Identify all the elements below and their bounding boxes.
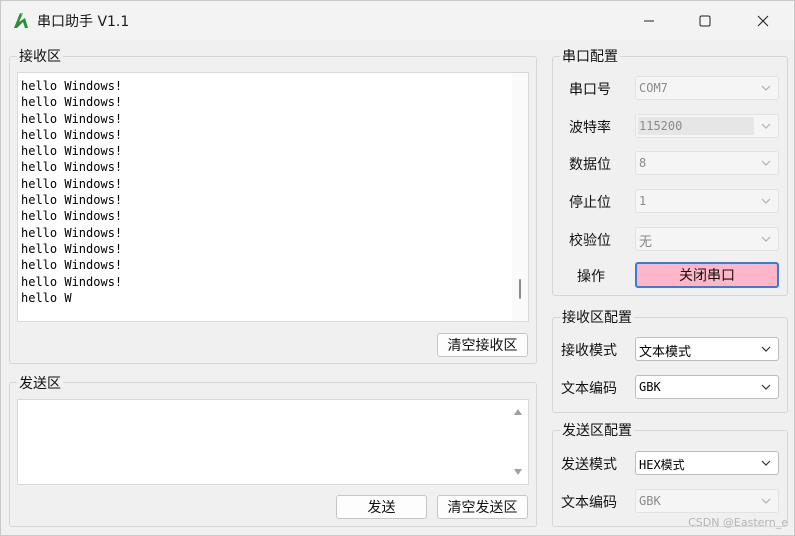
chevron-down-icon [761,384,771,390]
scroll-up-icon[interactable] [513,408,523,416]
close-port-button[interactable]: 关闭串口 [635,262,779,288]
send-button[interactable]: 发送 [336,495,427,519]
receive-mode-value: 文本模式 [639,345,692,360]
receive-encoding-select[interactable]: GBK [635,375,779,399]
clear-send-button[interactable]: 清空发送区 [437,495,528,519]
send-encoding-select[interactable]: GBK [635,489,779,513]
chevron-down-icon [761,498,771,504]
close-window-button[interactable] [735,1,791,40]
databits-label: 数据位 [569,157,611,173]
app-window: 串口助手 V1.1 接收区 hello Windows! hello Windo… [0,0,795,536]
stopbits-select[interactable]: 1 [635,189,779,213]
chevron-down-icon [761,123,771,129]
port-value: COM7 [639,81,668,95]
close-icon [757,15,769,26]
serial-config-title: 串口配置 [560,46,620,66]
receive-encoding-label: 文本编码 [561,381,617,397]
parity-select[interactable]: 无 [635,227,779,251]
receive-textarea[interactable]: hello Windows! hello Windows! hello Wind… [17,72,529,322]
send-mode-select[interactable]: HEX模式 [635,451,779,475]
databits-select[interactable]: 8 [635,151,779,175]
receive-group-title: 接收区 [17,46,63,66]
baud-label: 波特率 [569,120,611,136]
send-textarea[interactable] [17,399,529,485]
maximize-icon [699,15,711,26]
send-mode-label: 发送模式 [561,457,617,473]
receive-encoding-value: GBK [639,380,661,394]
receive-scrollbar-thumb[interactable] [519,279,521,299]
databits-value: 8 [639,156,647,170]
send-encoding-label: 文本编码 [561,495,617,511]
chevron-down-icon [761,160,771,166]
chevron-down-icon [761,236,771,242]
chevron-down-icon [761,346,771,352]
send-group-title: 发送区 [17,373,63,393]
parity-value: 无 [639,235,653,250]
port-label: 串口号 [569,82,611,98]
stopbits-value: 1 [639,194,647,208]
send-config-title: 发送区配置 [560,420,634,440]
baud-select[interactable]: 115200 [635,114,779,138]
maximize-button[interactable] [677,1,733,40]
receive-scrollbar[interactable] [512,73,528,321]
minimize-button[interactable] [621,1,677,40]
send-encoding-value: GBK [639,494,661,508]
app-logo-icon [14,13,28,28]
receive-mode-select[interactable]: 文本模式 [635,337,779,361]
watermark: CSDN @Eastern_e [688,516,788,529]
clear-receive-button[interactable]: 清空接收区 [437,333,528,357]
baud-value: 115200 [639,119,683,133]
stopbits-label: 停止位 [569,195,611,211]
receive-mode-label: 接收模式 [561,343,617,359]
action-label: 操作 [577,269,605,285]
port-select[interactable]: COM7 [635,76,779,100]
receive-text: hello Windows! hello Windows! hello Wind… [21,79,123,305]
window-title: 串口助手 V1.1 [37,14,130,30]
chevron-down-icon [761,460,771,466]
receive-config-title: 接收区配置 [560,307,634,327]
chevron-down-icon [761,85,771,91]
minimize-icon [644,20,654,21]
scroll-down-icon[interactable] [513,468,523,476]
title-bar[interactable]: 串口助手 V1.1 [1,1,794,40]
chevron-down-icon [761,198,771,204]
parity-label: 校验位 [569,233,611,249]
send-mode-value: HEX模式 [639,458,685,472]
